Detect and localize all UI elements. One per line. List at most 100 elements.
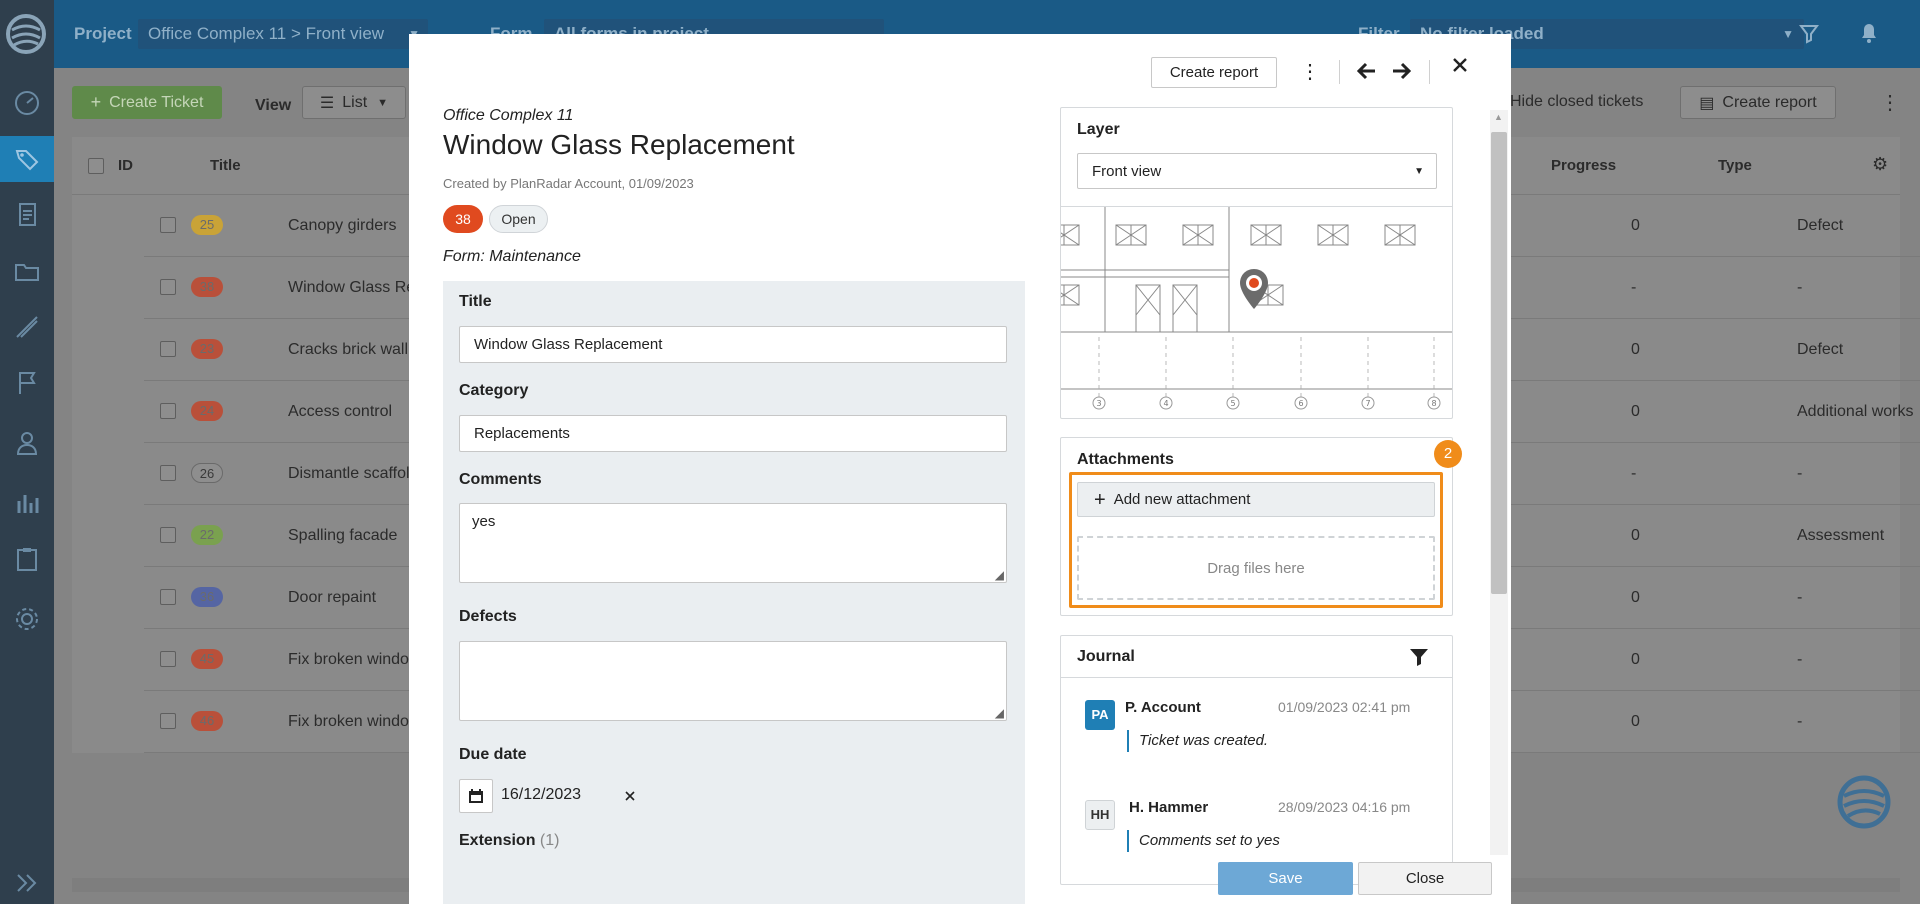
ticket-progress: 0: [1631, 651, 1640, 668]
save-button[interactable]: Save: [1218, 862, 1353, 895]
arrow-right-icon[interactable]: [1391, 62, 1411, 80]
funnel-icon[interactable]: [1798, 22, 1820, 44]
step-badge: 2: [1434, 440, 1462, 468]
expand-sidebar-icon[interactable]: [0, 860, 54, 904]
resize-handle-icon[interactable]: ◢: [995, 706, 1004, 720]
row-checkbox[interactable]: [160, 465, 176, 481]
plans-icon[interactable]: [0, 304, 54, 350]
layer-select-value: Front view: [1092, 162, 1162, 180]
settings-gear-icon[interactable]: [0, 596, 54, 642]
ticket-title: Access control: [288, 403, 393, 420]
more-options-icon[interactable]: ⋮: [1300, 56, 1320, 86]
folder-icon[interactable]: [0, 248, 54, 294]
ticket-id-badge: 38: [191, 277, 223, 297]
project-select-value: Office Complex 11 > Front view: [148, 24, 385, 43]
clear-date-icon[interactable]: [625, 791, 635, 801]
created-by: Created by PlanRadar Account, 01/09/2023: [443, 176, 694, 191]
floor-plan-drawing: 3 4 5 6 7 8: [1061, 207, 1452, 410]
close-button[interactable]: Close: [1358, 862, 1492, 895]
ticket-progress: -: [1631, 279, 1637, 296]
row-checkbox[interactable]: [160, 713, 176, 729]
ticket-type: Assessment: [1797, 527, 1885, 544]
ticket-type: -: [1797, 651, 1803, 668]
category-label: Category: [459, 382, 529, 399]
plus-icon: +: [1094, 488, 1106, 511]
resize-handle-icon[interactable]: ◢: [995, 568, 1004, 582]
plus-icon: +: [90, 92, 102, 112]
ticket-title: Door repaint: [288, 589, 377, 606]
row-checkbox[interactable]: [160, 341, 176, 357]
file-drop-zone[interactable]: Drag files here: [1077, 536, 1435, 600]
layer-card: Layer Front view ▼ 3 4 5 6 7 8: [1060, 107, 1453, 419]
dashboard-icon[interactable]: [0, 80, 54, 126]
ticket-title: Spalling facade: [288, 527, 398, 544]
layer-select[interactable]: Front view ▼: [1077, 153, 1437, 189]
select-all-checkbox[interactable]: [88, 158, 104, 174]
journal-text: Ticket was created.: [1139, 732, 1269, 749]
project-label: Project: [74, 24, 132, 43]
create-ticket-button[interactable]: + Create Ticket: [72, 86, 222, 119]
add-attachment-button[interactable]: + Add new attachment: [1077, 482, 1435, 517]
column-progress[interactable]: Progress: [1551, 157, 1616, 174]
row-checkbox[interactable]: [160, 279, 176, 295]
ticket-type: -: [1797, 465, 1803, 482]
column-id[interactable]: ID: [118, 157, 133, 174]
avatar: HH: [1085, 800, 1115, 830]
chevron-down-icon: ▼: [1414, 166, 1424, 177]
create-report-button[interactable]: Create report: [1151, 57, 1277, 88]
extension-count: (1): [539, 832, 560, 849]
defects-textarea[interactable]: ◢: [459, 641, 1007, 721]
column-title[interactable]: Title: [210, 157, 241, 174]
scroll-up-icon[interactable]: ▲: [1494, 112, 1503, 122]
comments-value: yes: [472, 513, 496, 530]
calendar-button[interactable]: [459, 779, 493, 813]
ticket-id-badge: 23: [191, 339, 223, 359]
row-checkbox[interactable]: [160, 403, 176, 419]
location-pin-icon[interactable]: [1237, 267, 1271, 311]
help-widget-logo[interactable]: [1836, 774, 1892, 830]
row-checkbox[interactable]: [160, 217, 176, 233]
row-checkbox[interactable]: [160, 527, 176, 543]
tickets-icon[interactable]: [0, 136, 54, 182]
reports-icon[interactable]: [0, 192, 54, 238]
filter-icon[interactable]: [1409, 648, 1429, 666]
close-icon[interactable]: [1453, 58, 1467, 72]
ticket-id-badge: 45: [191, 649, 223, 669]
comments-textarea[interactable]: yes ◢: [459, 503, 1007, 583]
arrow-left-icon[interactable]: [1357, 62, 1377, 80]
due-date-value[interactable]: 16/12/2023: [501, 786, 581, 804]
calendar-icon: [469, 789, 483, 803]
create-report-bg-button[interactable]: ▤ Create report: [1680, 86, 1836, 119]
ticket-progress: 0: [1631, 403, 1640, 420]
ticket-id-badge: 36: [191, 587, 223, 607]
hide-closed-tickets-toggle[interactable]: Hide closed tickets: [1510, 93, 1643, 111]
more-options-icon[interactable]: ⋮: [1880, 90, 1900, 115]
attachments-label: Attachments: [1077, 451, 1174, 468]
journal-timestamp: 28/09/2023 04:16 pm: [1278, 799, 1411, 815]
user-icon[interactable]: [0, 420, 54, 466]
statistics-icon[interactable]: [0, 480, 54, 526]
row-checkbox[interactable]: [160, 651, 176, 667]
create-ticket-label: Create Ticket: [109, 93, 204, 111]
plan-viewer[interactable]: 3 4 5 6 7 8: [1061, 206, 1452, 416]
title-label: Title: [459, 293, 492, 310]
axis-label: 6: [1299, 399, 1304, 408]
clipboard-icon[interactable]: [0, 536, 54, 582]
flag-icon[interactable]: [0, 360, 54, 406]
left-sidebar: [0, 0, 54, 904]
view-select-value: List: [342, 93, 368, 111]
category-select[interactable]: Replacements: [459, 415, 1007, 452]
avatar: PA: [1085, 700, 1115, 730]
row-checkbox[interactable]: [160, 589, 176, 605]
view-select[interactable]: ☰ List ▼: [302, 86, 406, 119]
column-settings-gear-icon[interactable]: ⚙: [1872, 154, 1888, 175]
ticket-progress: 0: [1631, 341, 1640, 358]
modal-scroll-thumb[interactable]: [1491, 132, 1507, 594]
ticket-progress: 0: [1631, 527, 1640, 544]
status-badge[interactable]: Open: [489, 205, 548, 233]
project-select[interactable]: Office Complex 11 > Front view ▼: [138, 19, 428, 49]
ticket-type: -: [1797, 279, 1803, 296]
bell-icon[interactable]: [1858, 20, 1880, 44]
title-input[interactable]: Window Glass Replacement: [459, 326, 1007, 363]
column-type[interactable]: Type: [1718, 157, 1752, 174]
